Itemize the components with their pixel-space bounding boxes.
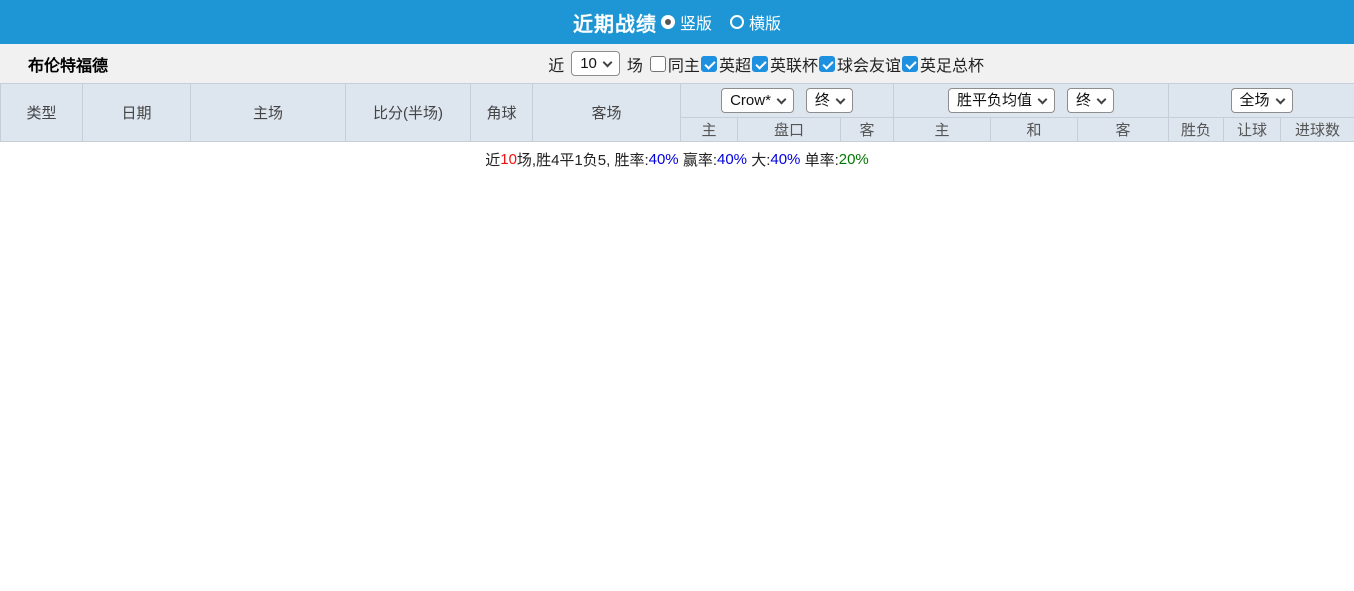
horizontal-layout-label[interactable]: 横版 [749,10,781,34]
chevron-down-icon [602,57,613,67]
filter-bar: 布伦特福德 近 10 场 同主 英超 英联杯 球会友谊 英足总杯 [0,44,1354,83]
filter-checkbox[interactable] [751,55,768,72]
filter-checkbox-label[interactable]: 英超 [719,52,751,76]
filter-checkbox-group: 同主 英超 英联杯 球会友谊 英足总杯 [649,52,985,76]
vertical-layout-radio[interactable] [660,15,675,29]
filter-checkbox-label[interactable]: 同主 [668,52,700,76]
header-score: 比分(半场) [345,83,471,142]
filter-checkbox-label[interactable]: 英足总杯 [920,52,984,76]
header-corner: 角球 [470,83,533,142]
summary-segment: 场,胜4平1负5, 胜率: [516,152,649,169]
summary-segment: 大: [747,152,771,169]
subheader-result: 胜负 [1168,117,1225,142]
horizontal-layout-radio[interactable] [730,15,744,29]
match-count-value: 10 [580,54,597,72]
summary-segment: 赢率: [678,152,717,169]
subheader-avg-draw: 和 [990,117,1079,142]
chevron-down-icon [835,94,846,104]
bookmaker-select-value: Crow* [730,91,771,109]
subheader-handicap-line: 盘口 [737,117,841,142]
filter-checkbox[interactable] [700,55,717,72]
header-away: 客场 [532,83,681,142]
team-name: 布伦特福德 [28,57,109,75]
avg-time-value: 终 [1076,91,1092,109]
avg-odds-select[interactable]: 胜平负均值 [948,87,1056,114]
filter-checkbox[interactable] [649,55,666,72]
chevron-down-icon [1096,94,1107,104]
page-title: 近期战绩 [572,13,657,36]
avg-time-select[interactable]: 终 [1067,87,1115,114]
subheader-goals: 进球数 [1280,117,1354,142]
filter-option: 英足总杯 [901,52,985,76]
summary-segment: 20% [838,151,869,168]
subheader-handicap-home: 主 [680,117,738,142]
handicap-time-value: 终 [814,91,830,109]
chevron-down-icon [1037,94,1048,104]
header-type: 类型 [0,83,83,142]
games-label: 场 [626,57,643,75]
scope-select-value: 全场 [1239,91,1270,109]
filter-checkbox[interactable] [901,55,918,72]
chevron-down-icon [776,94,787,104]
summary-segment: 40% [770,151,801,168]
scope-selector-cell: 全场 [1168,83,1354,118]
subheader-avg-away: 客 [1077,117,1170,142]
handicap-time-select[interactable]: 终 [805,87,853,114]
summary-segment: 40% [648,151,679,168]
filter-option: 英超 [700,52,752,76]
filter-option: 英联杯 [751,52,819,76]
summary-segment: 40% [717,151,748,168]
scope-select[interactable]: 全场 [1230,87,1293,114]
match-count-select[interactable]: 10 [571,50,620,77]
filter-option: 球会友谊 [818,52,902,76]
handicap-selector-cell: Crow* 终 [679,83,895,118]
summary-segment: 单率: [800,152,839,169]
filter-checkbox-label[interactable]: 英联杯 [770,52,818,76]
summary-segment: 10 [500,151,517,168]
summary-segment: 近 [485,152,501,169]
recent-results-header: 近期战绩 竖版 横版 [0,0,1354,44]
avg-odds-selector-cell: 胜平负均值 终 [893,83,1170,118]
filter-checkbox-label[interactable]: 球会友谊 [837,52,901,76]
filter-controls: 近 10 场 同主 英超 英联杯 球会友谊 英足总杯 [548,50,985,77]
header-date: 日期 [82,83,191,142]
filter-checkbox[interactable] [818,55,835,72]
filter-option: 同主 [649,52,701,76]
avg-odds-select-value: 胜平负均值 [957,91,1033,109]
summary-footer: 近 10 场,胜4平1负5, 胜率: 40% 赢率: 40% 大: 40% 单率: 20% [0,142,1354,177]
header-home: 主场 [190,83,346,142]
subheader-handicap-result: 让球 [1223,117,1282,142]
vertical-layout-label[interactable]: 竖版 [680,10,712,34]
subheader-avg-home: 主 [893,117,992,142]
results-table: 类型 日期 主场 比分(半场) 角球 客场 Crow* 终 胜平负均值 终 全场… [0,83,1354,142]
bookmaker-select[interactable]: Crow* [721,87,794,114]
chevron-down-icon [1275,94,1285,104]
subheader-handicap-away: 客 [839,117,895,142]
near-label: 近 [548,57,565,75]
